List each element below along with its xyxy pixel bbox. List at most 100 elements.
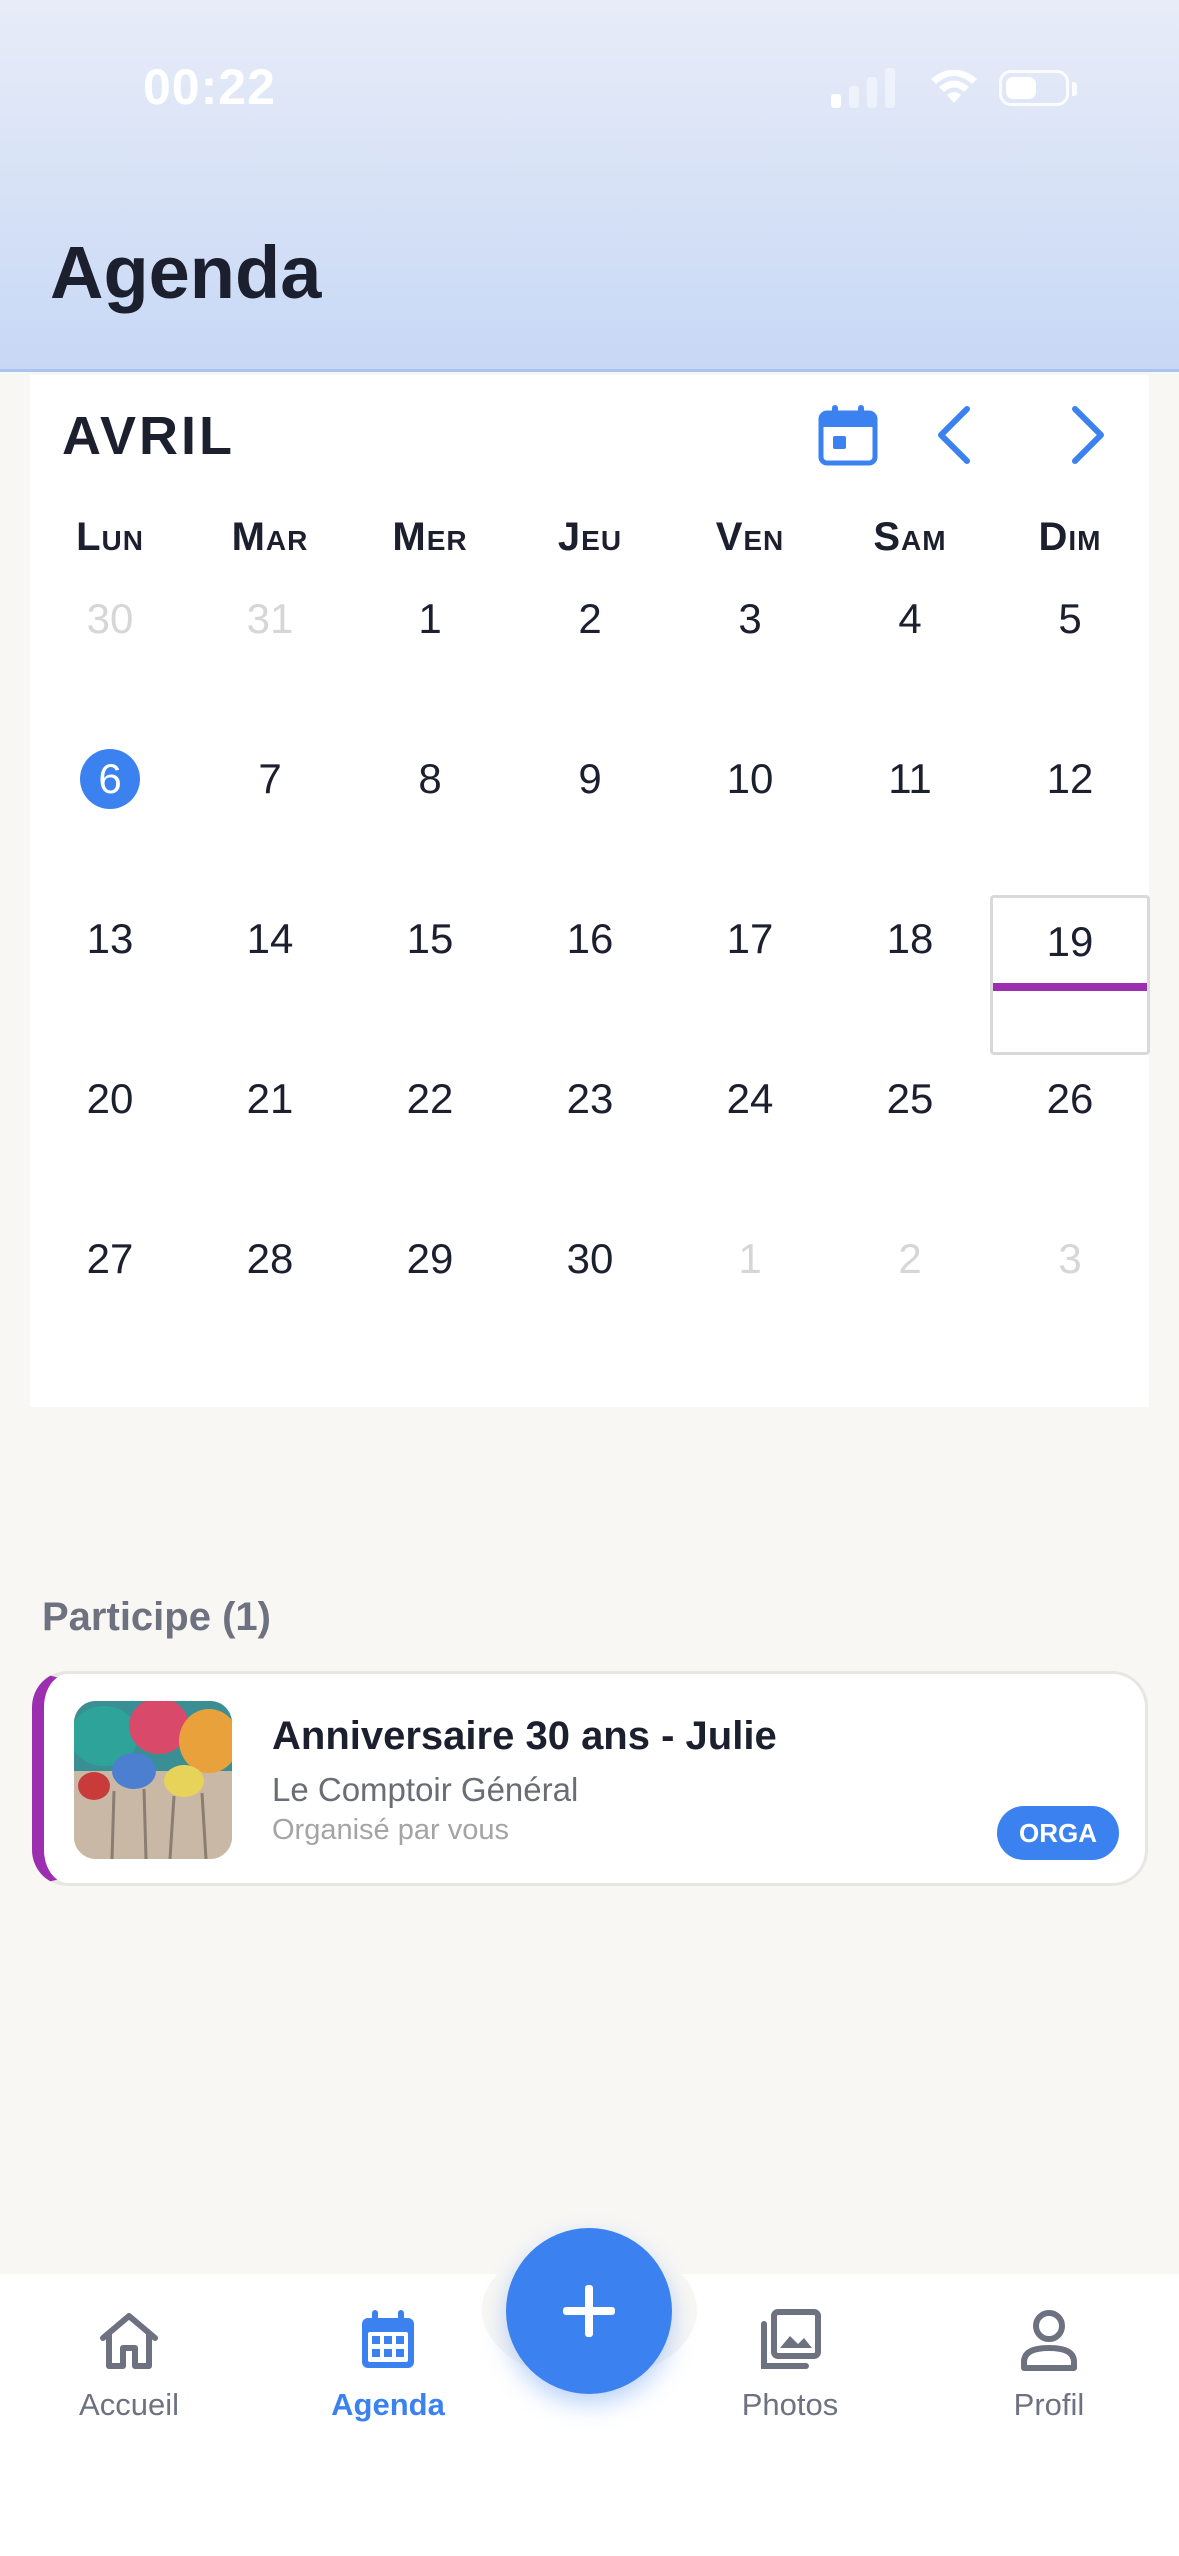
day-number: 12 — [1046, 755, 1094, 802]
day-number: 3 — [1058, 1235, 1082, 1282]
status-time: 00:22 — [143, 59, 276, 115]
previous-month-button[interactable] — [913, 395, 993, 475]
day-number: 27 — [86, 1235, 134, 1282]
event-venue: Le Comptoir Général — [272, 1771, 579, 1808]
day-number: 16 — [566, 915, 614, 962]
wifi-icon — [931, 70, 977, 103]
calendar-day[interactable]: 11 — [830, 735, 990, 895]
calendar-day[interactable]: 5 — [990, 575, 1150, 735]
day-number: 25 — [886, 1075, 934, 1122]
day-number: 21 — [246, 1075, 294, 1122]
calendar-day-event[interactable]: 19 — [990, 895, 1150, 1055]
day-number: 9 — [578, 755, 602, 802]
calendar-day[interactable]: 3 — [990, 1215, 1150, 1375]
calendar-day[interactable]: 31 — [190, 575, 350, 735]
calendar-day[interactable]: 28 — [190, 1215, 350, 1375]
calendar-card: AVRIL Lun Mar Mer Jeu Ven Sam Dim 30 31 1 2… — [30, 375, 1150, 1407]
day-number: 18 — [886, 915, 934, 962]
calendar-day[interactable]: 26 — [990, 1055, 1150, 1215]
calendar-day[interactable]: 1 — [350, 575, 510, 735]
calendar-day[interactable]: 2 — [510, 575, 670, 735]
day-number: 15 — [406, 915, 454, 962]
nav-label: Profil — [1013, 2387, 1085, 2422]
chevron-left-icon — [938, 406, 970, 464]
calendar-day[interactable]: 25 — [830, 1055, 990, 1215]
day-number: 19 — [1046, 918, 1094, 965]
nav-label: Accueil — [79, 2387, 179, 2422]
orga-badge: ORGA — [997, 1806, 1119, 1860]
day-number: 4 — [898, 595, 922, 642]
day-number: 14 — [246, 915, 294, 962]
day-number: 29 — [406, 1235, 454, 1282]
day-number: 26 — [1046, 1075, 1094, 1122]
add-event-button[interactable] — [506, 2228, 672, 2394]
calendar-day[interactable]: 12 — [990, 735, 1150, 895]
calendar-day[interactable]: 9 — [510, 735, 670, 895]
event-thumbnail — [74, 1701, 232, 1859]
calendar-day[interactable]: 1 — [670, 1215, 830, 1375]
day-number: 1 — [738, 1235, 762, 1282]
today-button[interactable] — [808, 395, 888, 475]
day-number: 13 — [86, 915, 134, 962]
home-icon — [100, 2313, 158, 2369]
calendar-day[interactable]: 20 — [30, 1055, 190, 1215]
calendar-icon — [362, 2310, 414, 2368]
status-icons — [829, 66, 1079, 110]
nav-label: Agenda — [331, 2387, 445, 2422]
calendar-day[interactable]: 23 — [510, 1055, 670, 1215]
balloons-image — [74, 1701, 232, 1859]
day-number: 2 — [898, 1235, 922, 1282]
day-number: 30 — [86, 595, 134, 642]
photos-icon — [761, 2309, 821, 2369]
day-number: 30 — [566, 1235, 614, 1282]
page-title: Agenda — [50, 231, 322, 314]
calendar-day[interactable]: 29 — [350, 1215, 510, 1375]
day-number: 5 — [1058, 595, 1082, 642]
battery-icon — [999, 70, 1069, 106]
calendar-day[interactable]: 18 — [830, 895, 990, 1055]
calendar-day[interactable]: 21 — [190, 1055, 350, 1215]
calendar-day[interactable]: 4 — [830, 575, 990, 735]
event-card[interactable]: Anniversaire 30 ans - Julie Le Comptoir … — [32, 1671, 1148, 1886]
nav-item-accueil[interactable]: Accueil — [29, 2305, 229, 2423]
day-number: 17 — [726, 915, 774, 962]
day-number: 24 — [726, 1075, 774, 1122]
signal-icon — [831, 68, 895, 108]
calendar-day[interactable]: 2 — [830, 1215, 990, 1375]
calendar-day[interactable]: 3 — [670, 575, 830, 735]
day-number: 22 — [406, 1075, 454, 1122]
nav-item-agenda[interactable]: Agenda — [288, 2305, 488, 2423]
calendar-day[interactable]: 27 — [30, 1215, 190, 1375]
nav-item-profil[interactable]: Profil — [949, 2305, 1149, 2423]
next-month-button[interactable] — [1049, 395, 1129, 475]
nav-item-photos[interactable]: Photos — [690, 2305, 890, 2423]
calendar-day[interactable]: 13 — [30, 895, 190, 1055]
calendar-day-today[interactable]: 6 — [30, 735, 190, 895]
nav-label: Photos — [741, 2387, 839, 2422]
days-grid: 30 31 1 2 3 4 5 6 7 8 9 10 11 12 13 14 15 16 17 18 19 20 21 22 2… — [30, 575, 1150, 1375]
calendar-day[interactable]: 22 — [350, 1055, 510, 1215]
day-number: 3 — [738, 595, 762, 642]
day-number: 10 — [726, 755, 774, 802]
day-number: 20 — [86, 1075, 134, 1122]
calendar-day[interactable]: 10 — [670, 735, 830, 895]
calendar-day[interactable]: 15 — [350, 895, 510, 1055]
calendar-day[interactable]: 16 — [510, 895, 670, 1055]
day-number: 2 — [578, 595, 602, 642]
calendar-day[interactable]: 14 — [190, 895, 350, 1055]
day-number: 23 — [566, 1075, 614, 1122]
profile-icon — [1021, 2310, 1077, 2371]
event-organizer: Organisé par vous — [272, 1814, 509, 1846]
section-label: Participe (1) — [42, 1595, 271, 1639]
month-label: AVRIL — [62, 406, 235, 466]
calendar-day[interactable]: 30 — [510, 1215, 670, 1375]
calendar-day[interactable]: 8 — [350, 735, 510, 895]
day-number: 8 — [418, 755, 442, 802]
calendar-day[interactable]: 7 — [190, 735, 350, 895]
calendar-day[interactable]: 17 — [670, 895, 830, 1055]
calendar-day[interactable]: 30 — [30, 575, 190, 735]
chevron-right-icon — [1072, 406, 1104, 464]
event-indicator — [993, 983, 1147, 991]
calendar-day[interactable]: 24 — [670, 1055, 830, 1215]
event-title: Anniversaire 30 ans - Julie — [272, 1714, 777, 1758]
